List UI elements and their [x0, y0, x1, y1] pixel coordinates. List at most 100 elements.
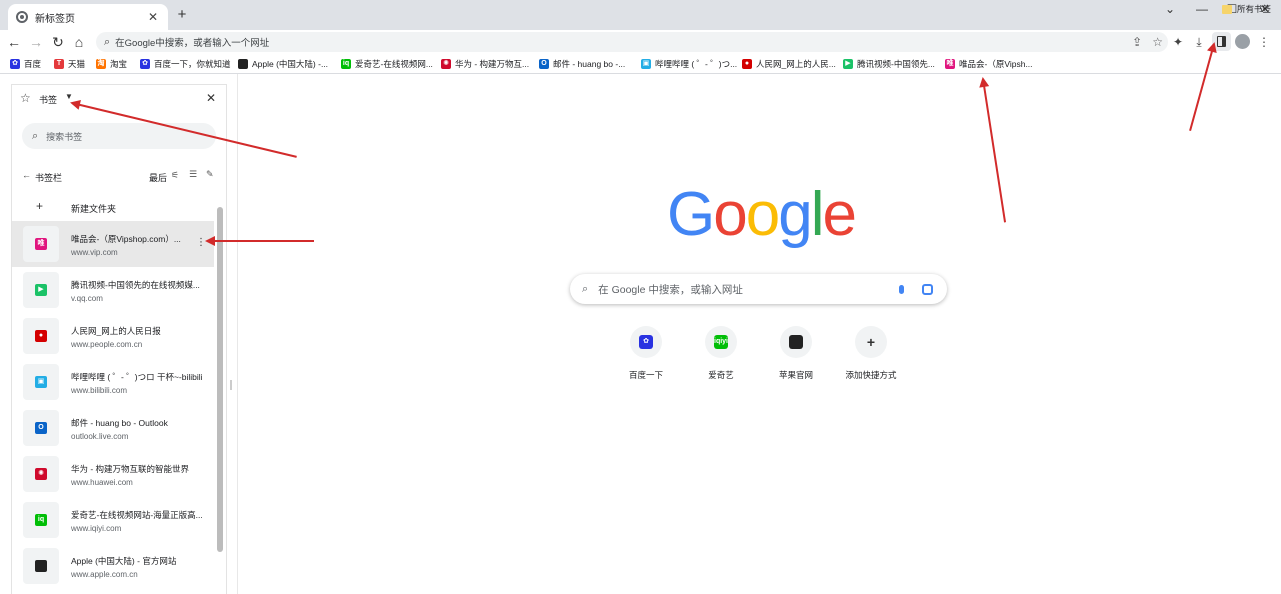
bookmark-title: Apple (中国大陆) - 官方网站 [71, 556, 177, 566]
shortcut-circle: + [855, 326, 887, 358]
resize-handle[interactable] [230, 380, 232, 390]
filter-icon[interactable]: ⚟ [171, 170, 179, 181]
people-icon: ● [35, 330, 47, 342]
bookmark-bar-item[interactable]: O 邮件 - huang bo -... [539, 57, 625, 71]
bookmark-list-item[interactable]: ✺ 华为 - 构建万物互联的智能世界 www.huawei.com [12, 451, 214, 497]
new-folder-label: 新建文件夹 [71, 204, 117, 214]
search-icon: ⌕ [32, 129, 39, 142]
search-icon: ⌕ [104, 35, 111, 48]
bookmark-title: 邮件 - huang bo - Outlook [71, 418, 168, 428]
shortcut-label: 苹果官网 [778, 370, 813, 380]
edit-pencil-icon[interactable]: ✎ [206, 169, 214, 180]
bookmark-list-item[interactable]: Apple (中国大陆) - 官方网站 www.apple.com.cn [12, 543, 214, 589]
tab-close-icon[interactable]: ✕ [146, 10, 160, 24]
shortcut-tile[interactable]: iqiyi 爱奇艺 [689, 326, 753, 381]
bookmark-list-item[interactable]: ▶ 腾讯视频-中国领先的在线视频媒... v.qq.com [12, 267, 214, 313]
shortcut-tile[interactable]: ✿ 百度一下 [614, 326, 678, 381]
minimize-button[interactable]: — [1187, 0, 1217, 18]
sort-button[interactable]: 最后 [149, 171, 167, 184]
shortcut-label: 爱奇艺 [708, 370, 734, 380]
bookmark-bar-item[interactable]: ▶ 腾讯视频-中国领先... [843, 57, 935, 71]
apple-icon [789, 335, 803, 349]
search-icon: ⌕ [582, 282, 589, 295]
bookmark-bar-item[interactable]: 淘淘宝 [96, 57, 127, 71]
bookmark-bar-item[interactable]: 唯唯品会-（原Vipsh... [945, 57, 1033, 71]
share-icon[interactable]: ⇪ [1132, 35, 1142, 49]
outlook-icon: O [539, 59, 549, 69]
address-bar[interactable]: ⌕ 在Google中搜索，或者输入一个网址 ⇪ ☆ [96, 32, 1168, 52]
bookmark-list-item[interactable]: 唯唯品会-（原Vipshop.com）... www.vip.com ⋮ [12, 221, 214, 267]
star-icon: ☆ [20, 91, 31, 105]
bookmark-icon-box [23, 548, 59, 584]
annotation-arrow [982, 78, 1006, 223]
bookmark-bar-label: 爱奇艺-在线视频网... [355, 59, 433, 69]
reload-button[interactable]: ↻ [49, 33, 67, 51]
bookmark-bar-label: 百度 [24, 59, 42, 69]
bookmark-bar-item[interactable]: ✺ 华为 - 构建万物互... [441, 57, 529, 71]
all-bookmarks-label: 所有书签 [1237, 4, 1272, 14]
bookmark-bar-label: 华为 - 构建万物互... [455, 59, 530, 69]
bookmark-bar-item[interactable]: Apple (中国大陆) -... [238, 57, 328, 71]
iqiyi-icon: iqiyi [714, 335, 728, 349]
tab-new-tab[interactable]: 新标签页 ✕ [8, 4, 168, 30]
shortcut-label: 百度一下 [628, 370, 663, 380]
shortcut-tile[interactable]: + 添加快捷方式 [839, 326, 903, 381]
microphone-icon[interactable] [899, 284, 904, 294]
bookmarks-bar: ✿ 百度 T 天猫淘淘宝 ✿ 百度一下，你就知道 Apple (中国大陆) -... iq 爱奇… [0, 55, 1281, 74]
forward-button[interactable]: → [27, 33, 45, 51]
extensions-icon[interactable]: ✦ [1169, 33, 1187, 51]
bookmark-list-item[interactable]: ▣ 哔哩哔哩 ( ゜- ゜)つロ 干杯~-bilibili www.bilibili… [12, 359, 214, 405]
google-search-box[interactable]: ⌕ 在 Google 中搜索，或输入网址 [570, 274, 947, 304]
google-lens-icon[interactable] [922, 283, 933, 295]
vipshop-icon: 唯 [945, 59, 955, 69]
new-folder-button[interactable]: + 新建文件夹 [12, 197, 214, 217]
browser-window: 新标签页 ✕ + ⌄ — ☐ ✕ ← → ↻ ⌂ ⌕ 在Google中搜索，或者… [0, 0, 1281, 594]
bookmark-bar-item[interactable]: ● 人民网_网上的人民... [742, 57, 836, 71]
bookmark-list-item[interactable]: ● 人民网_网上的人民日报 www.people.com.cn [12, 313, 214, 359]
bookmark-search-input[interactable]: ⌕ 搜索书签 [22, 123, 216, 149]
bookmark-icon-box: ▶ [23, 272, 59, 308]
scrollbar[interactable] [217, 207, 223, 552]
bookmark-bar-item[interactable]: ▣ 哔哩哔哩 ( ゜- ゜)つ... [641, 57, 737, 71]
panel-divider [237, 74, 238, 594]
profile-avatar[interactable] [1235, 34, 1250, 49]
bookmark-bar-label: 腾讯视频-中国领先... [857, 59, 935, 69]
chrome-icon [16, 11, 28, 23]
bookmark-bar-item[interactable]: ✿ 百度一下，你就知道 [140, 57, 231, 71]
folder-icon [1222, 4, 1232, 14]
bookmark-list-item[interactable]: iq 爱奇艺-在线视频网站-海量正版高... www.iqiyi.com [12, 497, 214, 543]
shortcut-circle [780, 326, 812, 358]
bookmark-bar-label: 哔哩哔哩 ( ゜- ゜)つ... [655, 59, 738, 69]
back-arrow-icon[interactable]: ← [22, 170, 31, 180]
list-view-icon[interactable]: ☰ [189, 169, 197, 180]
shortcut-tile[interactable]: 苹果官网 [764, 326, 828, 381]
outlook-icon: O [35, 422, 47, 434]
download-icon[interactable]: ⤓ [1190, 33, 1208, 51]
panel-close-icon[interactable]: ✕ [206, 91, 216, 105]
panel-header: ☆ 书签 ▼ ✕ [12, 85, 226, 113]
bookmark-bar-item[interactable]: T 天猫 [54, 57, 85, 71]
bookmark-url: www.bilibili.com [71, 386, 128, 395]
logo-letter: e [822, 180, 857, 249]
toolbar: ← → ↻ ⌂ ⌕ 在Google中搜索，或者输入一个网址 ⇪ ☆ ✦ ⤓ ⋮ [0, 30, 1281, 54]
menu-icon[interactable]: ⋮ [1255, 33, 1273, 51]
home-button[interactable]: ⌂ [70, 33, 88, 51]
bookmark-icon-box: ▣ [23, 364, 59, 400]
shortcut-circle: ✿ [630, 326, 662, 358]
bilibili-icon: ▣ [35, 376, 47, 388]
bookmark-bar-item[interactable]: ✿ 百度 [10, 57, 41, 71]
annotation-arrow [205, 236, 314, 246]
bookmark-bar-label: 百度一下，你就知道 [154, 59, 231, 69]
bookmark-star-icon[interactable]: ☆ [1152, 35, 1163, 49]
bookmark-icon-box: ● [23, 318, 59, 354]
shortcut-label: 添加快捷方式 [845, 370, 897, 380]
tab-search-icon[interactable]: ⌄ [1155, 0, 1185, 18]
bookmark-list-item[interactable]: O 邮件 - huang bo - Outlook outlook.live.com [12, 405, 214, 451]
apple-icon [238, 59, 248, 69]
tmall-icon: T [54, 59, 64, 69]
bookmark-title: 腾讯视频-中国领先的在线视频媒... [71, 280, 200, 290]
back-button[interactable]: ← [5, 33, 23, 51]
new-tab-button[interactable]: + [174, 7, 190, 23]
all-bookmarks-button[interactable]: 所有书签 [1222, 2, 1271, 16]
bookmark-bar-item[interactable]: iq 爱奇艺-在线视频网... [341, 57, 433, 71]
